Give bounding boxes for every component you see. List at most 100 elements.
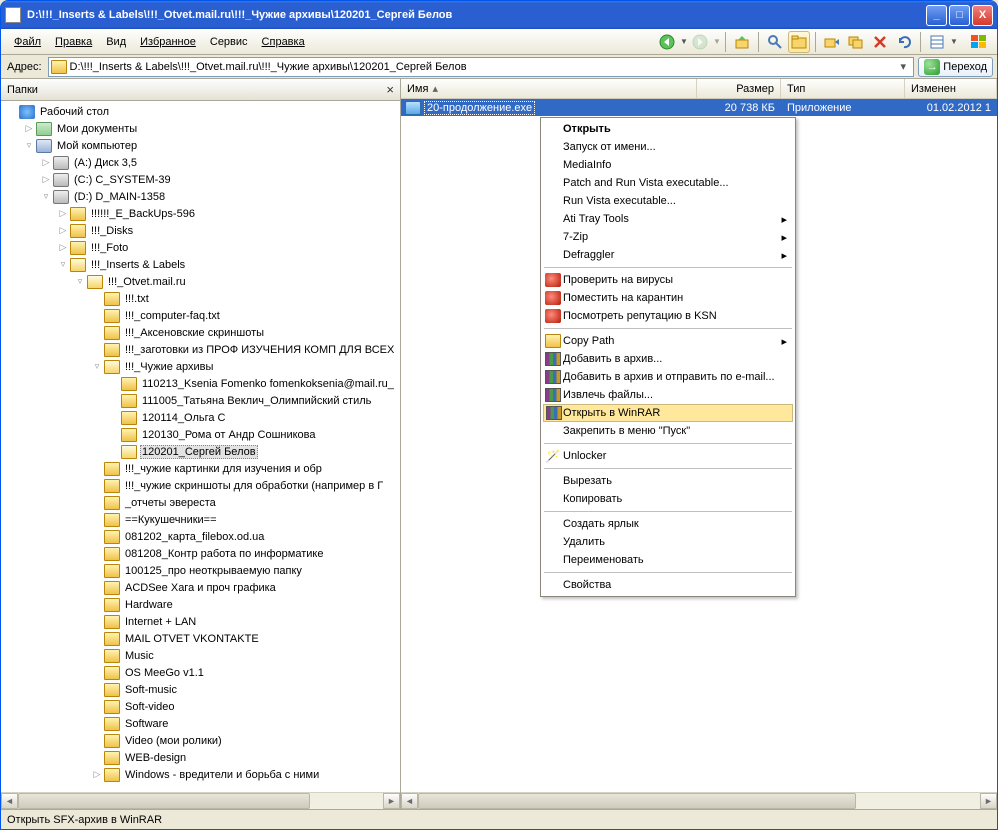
tree-item[interactable]: WEB-design: [5, 749, 400, 766]
tree-item[interactable]: 081208_Контр работа по информатике: [5, 545, 400, 562]
tree-item[interactable]: ▷Windows - вредители и борьба с ними: [5, 766, 400, 783]
ctx-item[interactable]: Посмотреть репутацию в KSN: [543, 307, 793, 325]
expand-icon[interactable]: ▿: [73, 276, 87, 287]
back-button[interactable]: [656, 31, 678, 53]
minimize-button[interactable]: _: [926, 5, 947, 26]
tree-item[interactable]: 120114_Ольга С: [5, 409, 400, 426]
context-menu[interactable]: ОткрытьЗапуск от имени...MediaInfoPatch …: [540, 117, 796, 597]
tree-item[interactable]: !!!_заготовки из ПРОФ ИЗУЧЕНИЯ КОМП ДЛЯ …: [5, 341, 400, 358]
go-button[interactable]: → Переход: [918, 57, 993, 77]
tree-item[interactable]: ▿!!!_Inserts & Labels: [5, 256, 400, 273]
expand-icon[interactable]: ▿: [90, 361, 104, 372]
ctx-item[interactable]: Удалить: [543, 533, 793, 551]
tree-item[interactable]: Рабочий стол: [5, 103, 400, 120]
tree-item[interactable]: !!!_чужие скриншоты для обработки (напри…: [5, 477, 400, 494]
delete-button[interactable]: [869, 31, 891, 53]
ctx-item[interactable]: Добавить в архив...: [543, 350, 793, 368]
col-size[interactable]: Размер: [697, 79, 781, 98]
ctx-item[interactable]: Run Vista executable...: [543, 192, 793, 210]
tree-item[interactable]: ▿(D:) D_MAIN-1358: [5, 188, 400, 205]
tree-item[interactable]: ▷(A:) Диск 3,5: [5, 154, 400, 171]
ctx-item[interactable]: Открыть в WinRAR: [543, 404, 793, 422]
column-headers[interactable]: Имя ▴ Размер Тип Изменен: [401, 79, 997, 99]
ctx-item[interactable]: Вырезать: [543, 472, 793, 490]
undo-button[interactable]: [893, 31, 915, 53]
tree-item[interactable]: Music: [5, 647, 400, 664]
forward-dropdown-icon[interactable]: ▼: [713, 37, 720, 46]
tree-item[interactable]: 100125_про неоткрываемую папку: [5, 562, 400, 579]
tree-item[interactable]: !!!_computer-faq.txt: [5, 307, 400, 324]
tree-scrollbar[interactable]: ◄ ►: [1, 792, 400, 809]
back-dropdown-icon[interactable]: ▼: [680, 37, 687, 46]
ctx-item[interactable]: Поместить на карантин: [543, 289, 793, 307]
tree-item[interactable]: 111005_Татьяна Веклич_Олимпийский стиль: [5, 392, 400, 409]
tree-item[interactable]: 120201_Сергей Белов: [5, 443, 400, 460]
menu-view[interactable]: Вид: [99, 32, 133, 52]
views-dropdown-icon[interactable]: ▼: [950, 37, 957, 46]
address-input[interactable]: D:\!!!_Inserts & Labels\!!!_Otvet.mail.r…: [48, 57, 915, 77]
ctx-item[interactable]: Извлечь файлы...: [543, 386, 793, 404]
tree-item[interactable]: Hardware: [5, 596, 400, 613]
tree-item[interactable]: Software: [5, 715, 400, 732]
tree-item[interactable]: Soft-music: [5, 681, 400, 698]
folders-pane-close-icon[interactable]: ×: [386, 82, 394, 97]
copy-to-button[interactable]: [845, 31, 867, 53]
tree-item[interactable]: _отчеты эвереста: [5, 494, 400, 511]
views-button[interactable]: [926, 31, 948, 53]
expand-icon[interactable]: ▿: [22, 140, 36, 151]
ctx-item[interactable]: Свойства: [543, 576, 793, 594]
tree-item[interactable]: 120130_Рома от Андр Сошникова: [5, 426, 400, 443]
menu-favorites[interactable]: Избранное: [133, 32, 203, 52]
col-modified[interactable]: Изменен: [905, 79, 997, 98]
tree-item[interactable]: 110213_Ksenia Fomenko fomenkoksenia@mail…: [5, 375, 400, 392]
scroll-left-icon[interactable]: ◄: [1, 793, 18, 809]
titlebar[interactable]: D:\!!!_Inserts & Labels\!!!_Otvet.mail.r…: [1, 1, 997, 29]
tree-item[interactable]: ▿!!!_Otvet.mail.ru: [5, 273, 400, 290]
ctx-item[interactable]: Проверить на вирусы: [543, 271, 793, 289]
menu-edit[interactable]: Правка: [48, 32, 99, 52]
col-type[interactable]: Тип: [781, 79, 905, 98]
files-scrollbar[interactable]: ◄ ►: [401, 792, 997, 809]
tree-item[interactable]: ▷!!!!!!_E_BackUps-596: [5, 205, 400, 222]
ctx-item[interactable]: Создать ярлык: [543, 515, 793, 533]
tree-item[interactable]: Internet + LAN: [5, 613, 400, 630]
ctx-item[interactable]: Запуск от имени...: [543, 138, 793, 156]
expand-icon[interactable]: ▷: [90, 769, 104, 780]
move-to-button[interactable]: [821, 31, 843, 53]
tree-item[interactable]: !!!_чужие картинки для изучения и обр: [5, 460, 400, 477]
ctx-item[interactable]: Patch and Run Vista executable...: [543, 174, 793, 192]
expand-icon[interactable]: ▷: [56, 208, 70, 219]
expand-icon[interactable]: ▷: [56, 242, 70, 253]
tree-item[interactable]: Soft-video: [5, 698, 400, 715]
ctx-item[interactable]: Copy Path▸: [543, 332, 793, 350]
tree-item[interactable]: Video (мои ролики): [5, 732, 400, 749]
expand-icon[interactable]: ▷: [22, 123, 36, 134]
scroll-left-icon[interactable]: ◄: [401, 793, 418, 809]
ctx-item[interactable]: 7-Zip▸: [543, 228, 793, 246]
forward-button[interactable]: [689, 31, 711, 53]
maximize-button[interactable]: □: [949, 5, 970, 26]
tree-item[interactable]: ▿Мой компьютер: [5, 137, 400, 154]
ctx-item[interactable]: Копировать: [543, 490, 793, 508]
expand-icon[interactable]: ▷: [39, 174, 53, 185]
search-button[interactable]: [764, 31, 786, 53]
close-button[interactable]: X: [972, 5, 993, 26]
folder-tree[interactable]: Рабочий стол▷Мои документы▿Мой компьютер…: [1, 101, 400, 792]
tree-item[interactable]: MAIL OTVET VKONTAKTE: [5, 630, 400, 647]
ctx-item[interactable]: 🪄Unlocker: [543, 447, 793, 465]
scroll-right-icon[interactable]: ►: [383, 793, 400, 809]
tree-item[interactable]: !!!_Аксеновские скриншоты: [5, 324, 400, 341]
tree-item[interactable]: !!!.txt: [5, 290, 400, 307]
tree-item[interactable]: ▷(C:) C_SYSTEM-39: [5, 171, 400, 188]
scroll-right-icon[interactable]: ►: [980, 793, 997, 809]
tree-item[interactable]: OS MeeGo v1.1: [5, 664, 400, 681]
ctx-item[interactable]: Переименовать: [543, 551, 793, 569]
ctx-item[interactable]: Ati Tray Tools▸: [543, 210, 793, 228]
expand-icon[interactable]: ▷: [39, 157, 53, 168]
menu-help[interactable]: Справка: [255, 32, 312, 52]
file-row[interactable]: 20-продолжение.exe20 738 КБПриложение01.…: [401, 99, 997, 116]
up-button[interactable]: [731, 31, 753, 53]
col-name[interactable]: Имя ▴: [401, 79, 697, 98]
folders-button[interactable]: [788, 31, 810, 53]
ctx-item[interactable]: Закрепить в меню "Пуск": [543, 422, 793, 440]
